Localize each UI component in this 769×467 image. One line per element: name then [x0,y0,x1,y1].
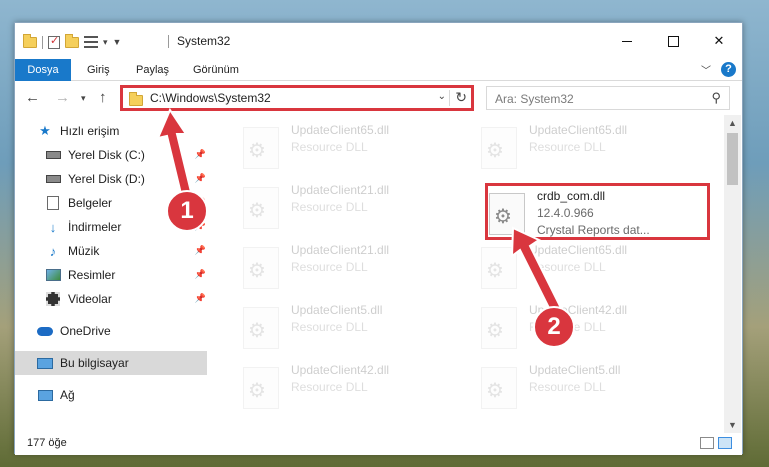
tab-file[interactable]: Dosya [15,59,71,81]
file-item[interactable]: UpdateClient42.dll Resource DLL [233,359,463,413]
sidebar-item-network[interactable]: Ağ [37,383,211,407]
details-view-icon[interactable] [700,437,714,449]
window-controls: ✕ [604,23,742,59]
file-item[interactable]: UpdateClient42.dll Resource DLL [471,299,701,353]
tab-home[interactable]: Giriş [75,59,122,81]
file-item[interactable]: UpdateClient21.dll Resource DLL [233,239,463,293]
file-item[interactable]: UpdateClient65.dll Resource DLL [471,239,701,293]
file-item[interactable]: UpdateClient21.dll Resource DLL [233,179,463,233]
file-item[interactable]: UpdateClient5.dll Resource DLL [233,299,463,353]
minimize-button[interactable] [604,23,650,59]
explorer-window: ▾ ▼ System32 ✕ Dosya Giriş Paylaş Görünü… [14,22,743,455]
view-list-icon[interactable] [84,36,98,48]
tab-share[interactable]: Paylaş [124,59,181,81]
back-arrow-icon[interactable]: ← [25,89,40,106]
pin-icon[interactable]: 📌 [195,173,206,184]
search-placeholder: Ara: System32 [495,92,574,106]
scroll-thumb[interactable] [727,133,738,185]
new-folder-icon[interactable] [65,33,79,48]
sidebar-item-videos[interactable]: Videolar 📌 [45,287,211,311]
dll-file-icon [481,247,517,289]
step-badge-2: 2 [533,306,575,348]
sidebar-item-this-pc[interactable]: Bu bilgisayar [15,351,207,375]
recent-locations-icon[interactable]: ▾ [81,93,86,104]
forward-arrow-icon[interactable]: → [55,89,70,106]
sidebar-item-onedrive[interactable]: OneDrive [37,319,211,343]
up-arrow-icon[interactable]: ↑ [99,89,107,106]
pin-icon[interactable]: 📌 [195,149,206,160]
expand-ribbon-icon[interactable]: ﹀ [701,62,711,77]
search-input[interactable]: Ara: System32 ⚲ [486,86,730,110]
sidebar-item-quick-access[interactable]: ★ Hızlı erişim [37,119,211,143]
customize-qat-icon[interactable]: ▼ [113,37,122,47]
sidebar-item-pictures[interactable]: Resimler 📌 [45,263,211,287]
file-highlight-box [485,183,710,240]
pin-icon[interactable]: 📌 [195,245,206,256]
tab-view[interactable]: Görünüm [181,59,251,81]
download-icon: ↓ [49,219,57,235]
star-icon: ★ [39,123,51,138]
dll-file-icon [243,127,279,169]
file-item[interactable]: UpdateClient5.dll Resource DLL [471,359,701,413]
window-title: System32 [177,34,231,48]
pictures-icon [45,269,61,281]
scroll-down-icon[interactable]: ▼ [728,420,737,430]
pin-icon[interactable]: 📌 [195,293,206,304]
step-badge-1: 1 [166,190,208,232]
close-button[interactable]: ✕ [696,23,742,59]
pin-icon[interactable]: 📌 [195,269,206,280]
vertical-scrollbar[interactable]: ▲ ▼ [724,115,741,433]
item-count: 177 öğe [27,437,67,449]
dll-file-icon [243,247,279,289]
file-item[interactable]: UpdateClient65.dll Resource DLL [471,119,701,173]
search-icon[interactable]: ⚲ [711,90,721,106]
quick-access-toolbar: ▾ ▼ [23,33,121,51]
videos-icon [46,292,60,306]
sidebar-item-disk-d[interactable]: Yerel Disk (D:) 📌 [45,167,211,191]
computer-icon [37,357,53,369]
dll-file-icon [481,367,517,409]
music-icon: ♪ [49,243,57,259]
large-icons-view-icon[interactable] [718,437,732,449]
ribbon-tabs: Dosya Giriş Paylaş Görünüm ﹀ ? [15,59,742,81]
folder-icon [23,33,37,48]
status-bar: 177 öğe [15,433,742,455]
sidebar-item-music[interactable]: ♪ Müzik 📌 [45,239,211,263]
network-icon [37,389,53,401]
title-bar: ▾ ▼ System32 ✕ [15,23,742,59]
scroll-up-icon[interactable]: ▲ [728,118,737,128]
address-highlight-box [120,85,474,111]
dll-file-icon [243,187,279,229]
navigation-pane: ★ Hızlı erişim Yerel Disk (C:) 📌 Yerel D… [15,115,211,433]
dll-file-icon [481,307,517,349]
drive-icon [45,151,61,159]
file-item[interactable]: UpdateClient65.dll Resource DLL [233,119,463,173]
documents-icon [47,196,59,210]
dll-file-icon [481,127,517,169]
dll-file-icon [243,307,279,349]
drive-icon [45,175,61,183]
sidebar-item-disk-c[interactable]: Yerel Disk (C:) 📌 [45,143,211,167]
help-icon[interactable]: ? [721,62,736,77]
file-list: UpdateClient65.dll Resource DLL UpdateCl… [221,115,723,433]
qat-dropdown-icon[interactable]: ▾ [103,37,108,48]
navigation-bar: ← → ▾ ↑ C:\Windows\System32 ⌄ ↻ Ara: Sys… [15,81,742,115]
maximize-button[interactable] [650,23,696,59]
properties-icon[interactable] [48,34,60,49]
dll-file-icon [243,367,279,409]
cloud-icon [37,326,53,336]
